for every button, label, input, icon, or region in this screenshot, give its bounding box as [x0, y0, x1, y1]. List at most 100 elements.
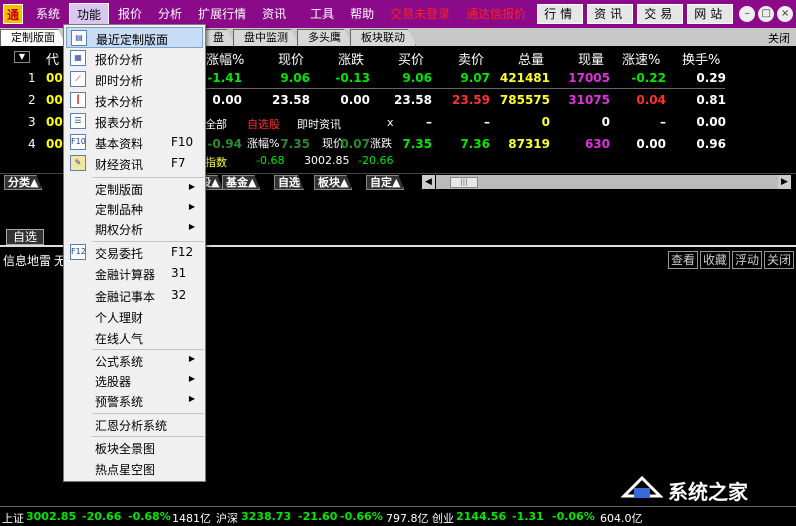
menu-help[interactable]: 帮助	[343, 3, 381, 25]
tab-bull-eagle[interactable]: 多头鹰	[297, 29, 352, 46]
cur-volume: 630	[584, 137, 610, 151]
header-change-pct[interactable]: 涨幅%	[206, 49, 244, 68]
menu-item-quote-analysis[interactable]: ▦ 报价分析	[66, 48, 203, 69]
header-change[interactable]: 涨跌	[338, 49, 364, 68]
header-code[interactable]: 代	[46, 49, 59, 68]
quote-button[interactable]: 行情	[537, 4, 584, 24]
category-tab[interactable]: 自定▲	[366, 175, 404, 190]
app-logo-icon[interactable]: 通	[3, 4, 23, 24]
header-turnover[interactable]: 换手%	[682, 49, 720, 68]
view-button[interactable]: 查看	[668, 251, 699, 269]
menu-item-notebook[interactable]: 金融记事本 32	[66, 285, 203, 306]
sh-index-label: 上证	[2, 512, 24, 525]
tab-custom-layout[interactable]: 定制版面	[0, 29, 66, 46]
volume: 0	[541, 115, 550, 129]
scroll-left-icon[interactable]: ◀	[422, 175, 435, 189]
function-menu-dropdown: ▤ 最近定制版面 ▦ 报价分析 ⟋ 即时分析 ┃ 技术分析 ☰ 报表分析 F10…	[63, 24, 206, 482]
menu-item-financial-news[interactable]: ✎ 财经资讯 F7	[66, 153, 203, 174]
menu-item-personal-finance[interactable]: 个人理财	[66, 306, 203, 327]
category-tab[interactable]: 分类▲	[4, 175, 42, 190]
menu-item-option-analysis[interactable]: 期权分析 ▶	[66, 218, 203, 239]
overlay-close-icon[interactable]: x	[387, 116, 394, 129]
tab-sector-linkage[interactable]: 板块联动	[350, 29, 416, 46]
website-button[interactable]: 网站	[687, 4, 734, 24]
maximize-icon[interactable]: □	[758, 6, 775, 22]
menu-item-custom-variety[interactable]: 定制品种 ▶	[66, 198, 203, 219]
quote-source-status[interactable]: 通达信报价	[459, 3, 533, 25]
trade-button[interactable]: 交易	[637, 4, 684, 24]
overlay-tab-news[interactable]: 即时资讯	[297, 116, 341, 132]
menu-item-stock-screener[interactable]: 选股器 ▶	[66, 370, 203, 391]
news-button[interactable]: 资讯	[587, 4, 634, 24]
header-price[interactable]: 现价	[278, 49, 304, 68]
header-volume[interactable]: 总量	[518, 49, 544, 68]
menu-item-report-analysis[interactable]: ☰ 报表分析	[66, 111, 203, 132]
menu-item-huien-analysis[interactable]: 汇恩分析系统	[66, 414, 203, 435]
menu-item-label: 个人理财	[95, 311, 144, 325]
menu-item-alert-system[interactable]: 预警系统 ▶	[66, 390, 203, 411]
header-bid[interactable]: 买价	[398, 49, 424, 68]
favorite-button[interactable]: 收藏	[700, 251, 731, 269]
menu-system[interactable]: 系统	[29, 3, 67, 25]
layout-icon: ▤	[71, 30, 87, 46]
overlay-tab-custom[interactable]: 自选股	[247, 116, 280, 132]
sz-index-change: -21.60	[298, 510, 338, 523]
menu-function[interactable]: 功能	[69, 3, 110, 25]
close-icon[interactable]: ×	[777, 6, 794, 22]
close-button[interactable]: 关闭	[764, 251, 795, 269]
candlestick-icon: ┃	[70, 92, 86, 108]
menu-item-calculator[interactable]: 金融计算器 31	[66, 263, 203, 284]
menu-quote[interactable]: 报价	[111, 3, 149, 25]
menu-item-hotspot-starmap[interactable]: 热点星空图	[66, 458, 203, 479]
bid: 9.06	[402, 71, 432, 85]
tab-close-button[interactable]: 关闭	[768, 30, 790, 46]
submenu-arrow-icon: ▶	[188, 394, 195, 403]
category-tab[interactable]: 基金▲	[222, 175, 260, 190]
menu-item-recent-layout[interactable]: ▤ 最近定制版面	[66, 27, 203, 48]
cur-volume: 17005	[568, 71, 610, 85]
menu-item-label: 定制版面	[95, 183, 144, 197]
menu-item-label: 报价分析	[95, 53, 144, 67]
overlay-tab-all[interactable]: 全部	[205, 116, 227, 132]
price: 23.58	[272, 93, 310, 107]
tab-custom-stocks[interactable]: 自选	[6, 229, 45, 245]
header-speed[interactable]: 涨速%	[622, 49, 660, 68]
scroll-thumb[interactable]: |||	[450, 177, 478, 188]
menu-item-label: 公式系统	[95, 355, 144, 369]
menu-item-realtime-analysis[interactable]: ⟋ 即时分析	[66, 69, 203, 90]
menu-item-basic-info[interactable]: F10 基本资料 F10	[66, 132, 203, 153]
change-pct: -0.94	[207, 137, 242, 151]
f10-icon: F10	[70, 134, 86, 150]
trade-login-status[interactable]: 交易未登录	[383, 3, 457, 25]
float-button[interactable]: 浮动	[732, 251, 763, 269]
menu-item-technical-analysis[interactable]: ┃ 技术分析	[66, 90, 203, 111]
overlay-index-label: 指数	[205, 156, 227, 169]
minimize-icon[interactable]: –	[739, 6, 756, 22]
sort-dropdown-icon[interactable]: ▼	[14, 51, 30, 63]
menu-item-label: 即时分析	[95, 74, 144, 88]
menu-shortcut: F10	[171, 135, 194, 149]
tab-pan[interactable]: 盘	[202, 29, 235, 46]
menu-item-label: 在线人气	[95, 332, 144, 346]
stock-code: 00	[46, 71, 63, 85]
menu-tools[interactable]: 工具	[303, 3, 341, 25]
category-tab[interactable]: 板块▲	[314, 175, 352, 190]
header-cur-volume[interactable]: 现量	[578, 49, 604, 68]
header-ask[interactable]: 卖价	[458, 49, 484, 68]
horizontal-scrollbar[interactable]	[436, 175, 778, 189]
menu-news[interactable]: 资讯	[255, 3, 293, 25]
menu-analysis[interactable]: 分析	[151, 3, 189, 25]
category-tab[interactable]: 自选	[274, 175, 304, 190]
scroll-right-icon[interactable]: ▶	[778, 175, 791, 189]
table-icon: ▦	[70, 50, 86, 66]
menu-item-sector-panorama[interactable]: 板块全景图	[66, 437, 203, 458]
menu-item-trade-order[interactable]: F12 交易委托 F12	[66, 242, 203, 263]
menu-item-formula-system[interactable]: 公式系统 ▶	[66, 350, 203, 371]
tab-intraday-monitor[interactable]: 盘中监测	[233, 29, 299, 46]
menu-item-custom-layout[interactable]: 定制版面 ▶	[66, 178, 203, 199]
overlay-header-change: 涨跌	[370, 137, 392, 150]
menu-shortcut: F12	[171, 245, 194, 259]
price: 9.06	[280, 71, 310, 85]
menu-item-online-popularity[interactable]: 在线人气	[66, 327, 203, 348]
menu-extended-quote[interactable]: 扩展行情	[191, 3, 253, 25]
